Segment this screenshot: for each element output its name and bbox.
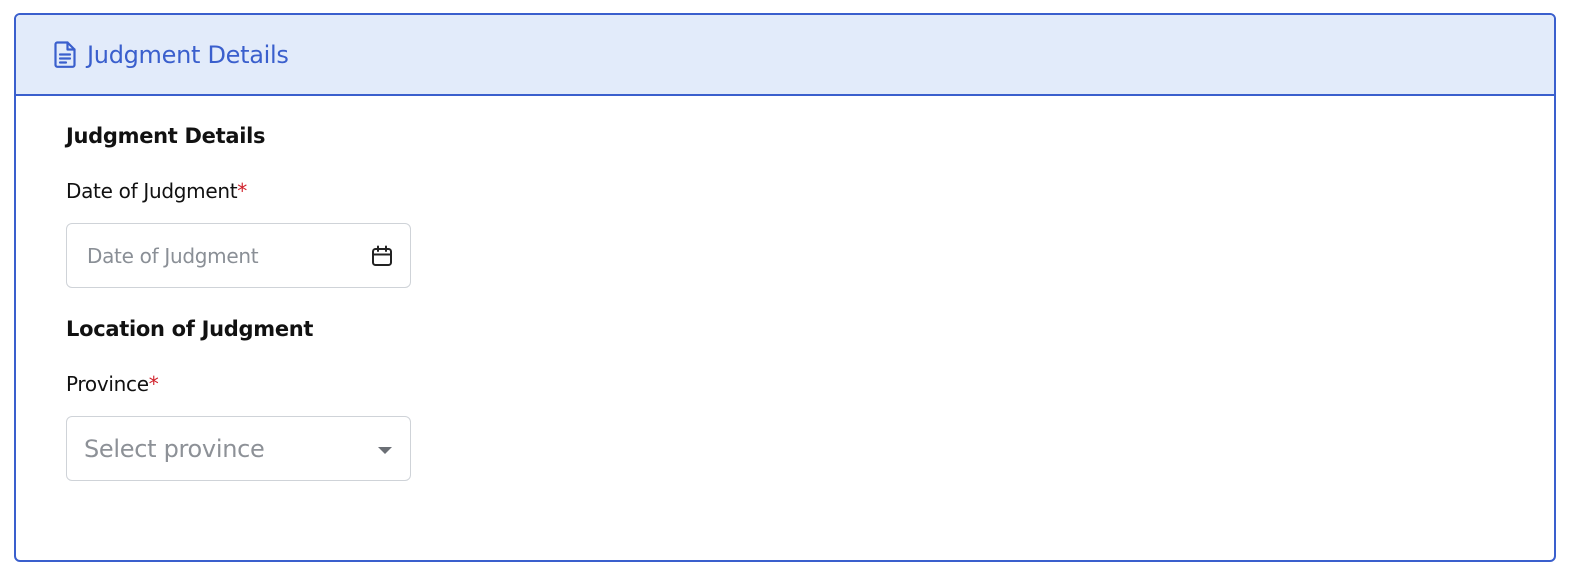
province-label-text: Province	[66, 372, 149, 396]
date-of-judgment-placeholder: Date of Judgment	[87, 243, 259, 268]
date-of-judgment-input[interactable]: Date of Judgment	[66, 223, 411, 288]
required-asterisk: *	[148, 372, 159, 396]
chevron-down-icon[interactable]	[378, 446, 392, 454]
date-of-judgment-label: Date of Judgment*	[66, 179, 247, 203]
judgment-details-card: Judgment Details Judgment Details Date o…	[14, 13, 1556, 562]
card-header-title: Judgment Details	[87, 40, 289, 69]
document-icon	[53, 41, 77, 69]
card-header: Judgment Details	[16, 15, 1554, 96]
date-of-judgment-label-text: Date of Judgment	[66, 179, 238, 203]
province-select[interactable]: Select province	[66, 416, 411, 481]
province-select-placeholder: Select province	[84, 434, 265, 463]
section-title-judgment: Judgment Details	[66, 124, 266, 148]
required-asterisk: *	[237, 179, 247, 203]
province-label: Province*	[66, 372, 159, 396]
calendar-icon[interactable]	[370, 244, 394, 268]
section-title-location: Location of Judgment	[66, 317, 314, 341]
